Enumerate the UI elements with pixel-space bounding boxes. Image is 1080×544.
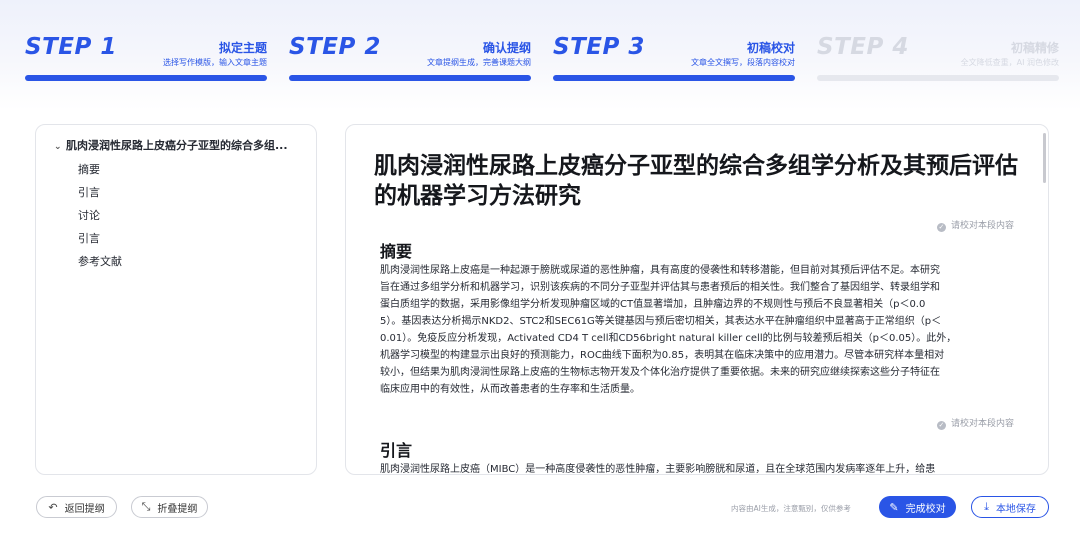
back-to-outline-label: 返回提纲 <box>64 503 105 515</box>
text-line: 5）。基因表达分析揭示NKD2、STC2和SEC61G等关键基因与预后密切相关，… <box>380 316 942 327</box>
step-description: 选择写作模版，输入文章主题 <box>163 58 267 67</box>
outline-root-item[interactable]: ⌄ 肌肉浸润性尿路上皮癌分子亚型的综合多组... <box>54 137 288 153</box>
chevron-down-icon[interactable]: ⌄ <box>54 142 66 152</box>
section-paragraph-introduction[interactable]: 肌肉浸润性尿路上皮癌（MIBC）是一种高度侵袭性的恶性肿瘤，主要影响膀胱和尿道，… <box>380 461 1016 475</box>
collapse-icon: ⤡ <box>141 500 151 513</box>
document-title: 肌肉浸润性尿路上皮癌分子亚型的综合多组学分析及其预后评估的机器学习方法研究 <box>374 153 1018 209</box>
text-line: 肌肉浸润性尿路上皮癌（MIBC）是一种高度侵袭性的恶性肿瘤，主要影响膀胱和尿道，… <box>380 464 936 475</box>
verify-section-hint[interactable]: ✓ 请校对本段内容 <box>936 218 1014 232</box>
outline-item-references[interactable]: 参考文献 <box>78 253 122 269</box>
fold-outline-button[interactable]: ⤡ 折叠提纲 <box>131 496 208 518</box>
step-progress-bar <box>817 75 1059 81</box>
step-2: STEP 2 确认提纲 文章提纲生成，完善课题大纲 <box>289 30 531 84</box>
outline-item-abstract[interactable]: 摘要 <box>78 161 100 177</box>
section-heading-introduction: 引言 <box>380 441 413 460</box>
step-1: STEP 1 拟定主题 选择写作模版，输入文章主题 <box>25 30 267 84</box>
step-description: 全文降低查重，AI 润色修改 <box>960 58 1059 67</box>
text-line: 蛋白质组学的数据，采用影像组学分析发现肿瘤区域的CT值显著增加，且肿瘤边界的不规… <box>380 299 926 310</box>
step-3: STEP 3 初稿校对 文章全文撰写，段落内容校对 <box>553 30 795 84</box>
outline-root-label: 肌肉浸润性尿路上皮癌分子亚型的综合多组... <box>66 139 288 152</box>
ai-disclaimer: 内容由AI生成，注意甄别，仅供参考 <box>731 504 851 513</box>
outline-item-introduction[interactable]: 引言 <box>78 184 100 200</box>
text-line: 临床应用中的有效性，从而改善患者的生存率和生活质量。 <box>380 384 640 395</box>
finish-proofreading-button[interactable]: ✎ 完成校对 <box>879 496 956 518</box>
fold-outline-label: 折叠提纲 <box>157 503 198 515</box>
outline-item-introduction-2[interactable]: 引言 <box>78 230 100 246</box>
step-number: STEP 4 <box>817 34 909 60</box>
progress-stepper: STEP 1 拟定主题 选择写作模版，输入文章主题 STEP 2 确认提纲 文章… <box>25 30 1059 84</box>
step-progress-bar <box>289 75 531 81</box>
outline-item-discussion[interactable]: 讨论 <box>78 207 100 223</box>
step-number: STEP 3 <box>553 34 645 60</box>
verify-label: 请校对本段内容 <box>950 221 1014 231</box>
document-editor[interactable]: 肌肉浸润性尿路上皮癌分子亚型的综合多组学分析及其预后评估的机器学习方法研究 ✓ 请… <box>345 124 1049 475</box>
save-local-label: 本地保存 <box>995 503 1036 515</box>
text-line: 较小，但结果为肌肉浸润性尿路上皮癌的生物标志物开发及个体化治疗提供了重要依据。未… <box>380 367 940 378</box>
undo-arrow-icon: ↶ <box>48 500 58 514</box>
step-title: 拟定主题 <box>218 41 267 55</box>
check-circle-icon: ✓ <box>936 223 946 232</box>
save-local-button[interactable]: ⤓ 本地保存 <box>971 496 1049 518</box>
step-title: 确认提纲 <box>482 41 531 55</box>
check-circle-icon: ✓ <box>936 421 946 430</box>
back-to-outline-button[interactable]: ↶ 返回提纲 <box>36 496 117 518</box>
step-title: 初稿精修 <box>1010 41 1059 55</box>
step-title: 初稿校对 <box>746 41 795 55</box>
step-description: 文章提纲生成，完善课题大纲 <box>427 58 531 67</box>
outline-panel: ⌄ 肌肉浸润性尿路上皮癌分子亚型的综合多组... 摘要 引言 讨论 引言 参考文献 <box>35 124 317 475</box>
section-paragraph-abstract[interactable]: 肌肉浸润性尿路上皮癌是一种起源于膀胱或尿道的恶性肿瘤，具有高度的侵袭性和转移潜能… <box>380 262 1016 398</box>
verify-label: 请校对本段内容 <box>950 419 1014 429</box>
verify-section-hint[interactable]: ✓ 请校对本段内容 <box>936 416 1014 430</box>
step-number: STEP 1 <box>25 34 117 60</box>
finish-proofreading-label: 完成校对 <box>905 503 946 515</box>
step-progress-bar <box>553 75 795 81</box>
download-icon: ⤓ <box>984 500 989 513</box>
step-progress-bar <box>25 75 267 81</box>
text-line: 0.01）。免疫反应分析发现，Activated CD4 T cell和CD56… <box>380 333 957 344</box>
step-description: 文章全文撰写，段落内容校对 <box>691 58 795 67</box>
text-line: 机器学习模型的构建显示出良好的预测能力，ROC曲线下面积为0.85，表明其在临床… <box>380 350 945 361</box>
step-number: STEP 2 <box>289 34 381 60</box>
scrollbar-thumb[interactable] <box>1043 133 1046 183</box>
section-heading-abstract: 摘要 <box>380 242 413 261</box>
text-line: 旨在通过多组学分析和机器学习，识别该疾病的不同分子亚型并评估其与患者预后的相关性… <box>380 282 940 293</box>
step-4: STEP 4 初稿精修 全文降低查重，AI 润色修改 <box>817 30 1059 84</box>
text-line: 肌肉浸润性尿路上皮癌是一种起源于膀胱或尿道的恶性肿瘤，具有高度的侵袭性和转移潜能… <box>380 265 940 276</box>
proofread-icon: ✎ <box>889 500 899 514</box>
